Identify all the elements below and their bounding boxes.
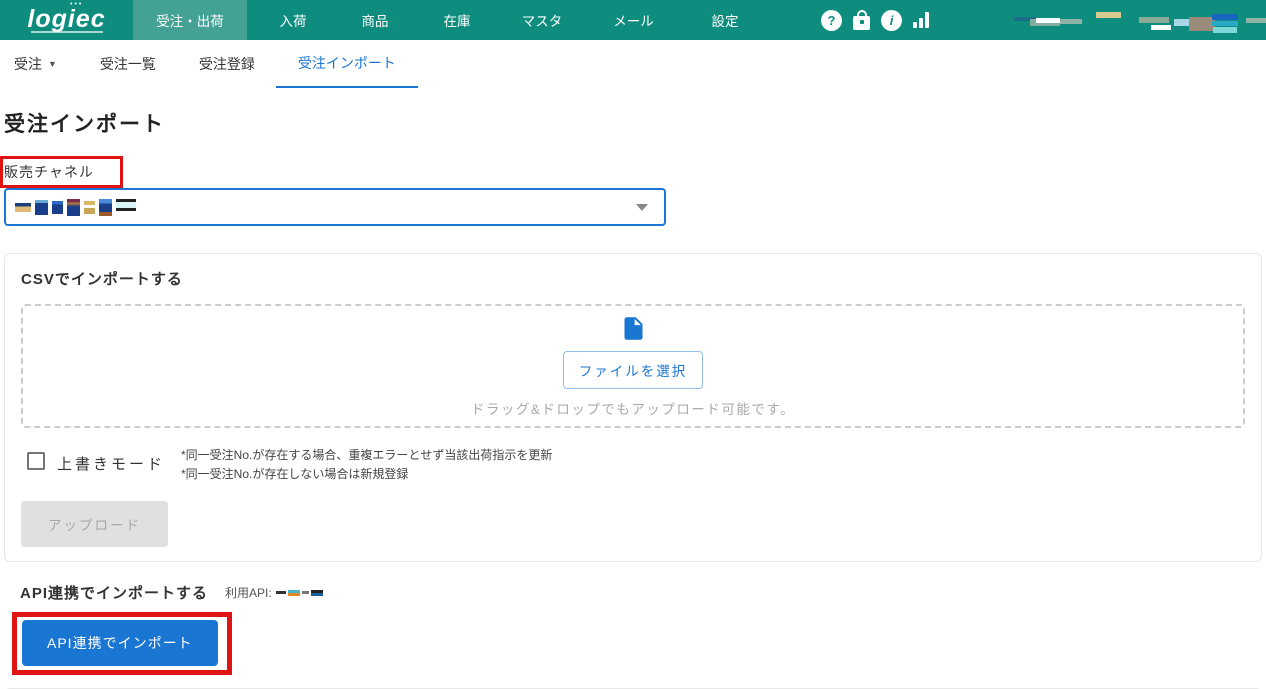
tab-order-dropdown[interactable]: 受注 ▼ — [14, 40, 57, 88]
api-button-annotation: API連携でインポート — [12, 612, 232, 675]
logo-dots-decoration: ••• — [70, 1, 83, 8]
api-section-heading: API連携でインポートする — [20, 582, 208, 603]
nav-item-orders-shipping[interactable]: 受注・出荷 — [133, 0, 247, 40]
page-title: 受注インポート — [4, 108, 1262, 138]
nav-item-receiving[interactable]: 入荷 — [252, 0, 334, 40]
overwrite-mode-row: 上書きモード *同一受注No.が存在する場合、重複エラーとせず当該出荷指示を更新… — [27, 446, 1245, 484]
api-in-use-label: 利用API: — [225, 584, 323, 601]
overwrite-mode-notes: *同一受注No.が存在する場合、重複エラーとせず当該出荷指示を更新 *同一受注N… — [181, 446, 552, 484]
sales-channel-select[interactable] — [4, 188, 666, 226]
chevron-down-icon: ▼ — [48, 59, 57, 69]
overwrite-mode-checkbox[interactable] — [27, 452, 45, 470]
api-import-button[interactable]: API連携でインポート — [22, 620, 218, 666]
logo-tagline — [31, 31, 103, 33]
upload-button[interactable]: アップロード — [21, 501, 168, 547]
nav-item-master[interactable]: マスタ — [498, 0, 586, 40]
overwrite-note-2: *同一受注No.が存在しない場合は新規登録 — [181, 465, 552, 484]
tab-order-register[interactable]: 受注登録 — [199, 40, 255, 88]
tab-order-list[interactable]: 受注一覧 — [100, 40, 156, 88]
sub-nav: 受注 ▼ 受注一覧 受注登録 受注インポート — [0, 40, 1266, 88]
nav-item-settings[interactable]: 設定 — [681, 0, 769, 40]
bag-icon[interactable] — [853, 16, 870, 30]
help-icon[interactable]: ? — [821, 10, 842, 31]
channel-label: 販売チャネル — [3, 164, 94, 180]
file-dropzone[interactable]: ファイルを選択 ドラッグ&ドロップでもアップロード可能です。 — [21, 304, 1245, 428]
channel-label-annotation: 販売チャネル — [0, 156, 123, 188]
app-logo[interactable]: ••• logiec — [0, 0, 133, 40]
file-select-button[interactable]: ファイルを選択 — [563, 351, 704, 389]
nav-item-inventory[interactable]: 在庫 — [416, 0, 498, 40]
info-icon[interactable]: i — [881, 10, 902, 31]
redacted-selected-channel — [15, 199, 136, 216]
overwrite-mode-label: 上書きモード — [57, 453, 165, 474]
tab-order-import[interactable]: 受注インポート — [276, 40, 418, 88]
nav-item-products[interactable]: 商品 — [334, 0, 416, 40]
upload-file-icon — [620, 315, 647, 342]
csv-section-heading: CSVでインポートする — [21, 268, 1245, 289]
overwrite-note-1: *同一受注No.が存在する場合、重複エラーとせず当該出荷指示を更新 — [181, 446, 552, 465]
logo-text: logiec — [27, 8, 105, 30]
select-caret-icon — [636, 204, 648, 211]
top-nav: ••• logiec 受注・出荷 入荷 商品 在庫 マスタ メール 設定 ? i — [0, 0, 1266, 40]
main-content: 受注インポート 販売チャネル CSVでインポートする ファイルを選択 ドラッグ&… — [0, 88, 1266, 689]
api-import-section: API連携でインポートする 利用API: API連携でインポート — [20, 582, 1262, 675]
stats-icon[interactable] — [913, 12, 929, 28]
dropzone-hint: ドラッグ&ドロップでもアップロード可能です。 — [471, 398, 795, 418]
redacted-api-name — [276, 590, 323, 596]
csv-import-panel: CSVでインポートする ファイルを選択 ドラッグ&ドロップでもアップロード可能で… — [4, 253, 1262, 562]
nav-item-mail[interactable]: メール — [586, 0, 681, 40]
